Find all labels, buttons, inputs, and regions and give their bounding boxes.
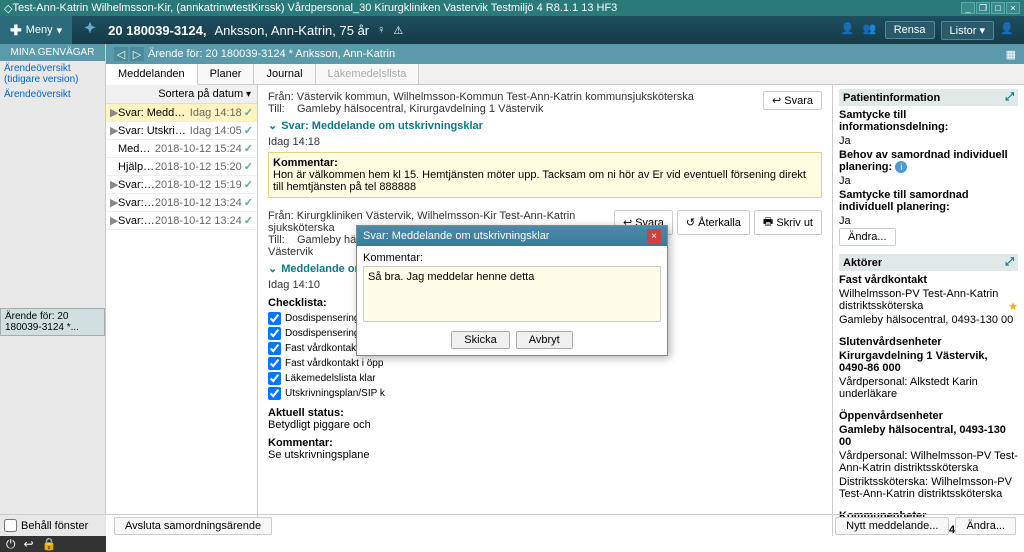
message-item[interactable]: ▶Svar: Inskrivningsmedd...2018-10-12 13:… <box>106 194 257 212</box>
bottom-bar: Behåll fönster Avsluta samordningsärende… <box>0 514 1024 536</box>
patient-name: Anksson, Ann-Katrin, 75 år <box>214 23 369 38</box>
sidebar-link-old[interactable]: Ärendeöversikt (tidigare version) <box>0 61 105 87</box>
andra-bottom-button[interactable]: Ändra... <box>955 517 1016 535</box>
avbryt-button[interactable]: Avbryt <box>516 331 573 349</box>
skicka-button[interactable]: Skicka <box>451 331 509 349</box>
restore-button[interactable]: ❐ <box>976 2 990 14</box>
content-title: Ärende för: 20 180039-3124 * Anksson, An… <box>148 48 395 60</box>
chevron-down-icon[interactable]: ⌄ <box>268 262 277 275</box>
lock-icon[interactable]: 🔒 <box>42 537 57 551</box>
tab-meddelanden[interactable]: Meddelanden <box>106 64 198 85</box>
skrivut-button[interactable]: 🖶 Skriv ut <box>754 210 822 235</box>
checklist-item: Läkemedelslista klar <box>268 371 822 386</box>
rensa-button[interactable]: Rensa <box>885 21 935 39</box>
diamond-icon: ◇ <box>4 2 12 15</box>
chevron-down-icon: ▾ <box>57 24 63 37</box>
top-toolbar: ✚ Meny ▾ 20 180039-3124, Anksson, Ann-Ka… <box>0 16 1024 44</box>
message-item[interactable]: ▶Svar: Status2018-10-12 15:19✓ <box>106 176 257 194</box>
female-icon: ♀ <box>377 24 385 36</box>
profile-icon[interactable]: 👤 <box>1000 22 1016 38</box>
sidebar: MINA GENVÄGAR Ärendeöversikt (tidigare v… <box>0 44 106 536</box>
checklist-item: Fast vårdkontakt i öpp <box>268 356 822 371</box>
tab-planer[interactable]: Planer <box>198 64 255 84</box>
window-title: Test-Ann-Katrin Wilhelmsson-Kir, (annkat… <box>12 2 961 14</box>
expand-icon[interactable]: ⤢ <box>1005 256 1014 269</box>
plus-icon: ✚ <box>10 22 22 39</box>
sort-dropdown[interactable]: Sortera på datum ▾ <box>106 85 257 104</box>
comment-textarea[interactable] <box>363 266 661 322</box>
sidebar-header: MINA GENVÄGAR <box>0 44 105 61</box>
nav-fwd-button[interactable]: ▷ <box>130 47 144 61</box>
maximize-button[interactable]: □ <box>991 2 1005 14</box>
modal-title: Svar: Meddelande om utskrivningsklar <box>363 230 549 242</box>
nav-back-button[interactable]: ◁ <box>114 47 128 61</box>
warning-icon: ⚠ <box>393 24 403 37</box>
power-icon[interactable]: ⏻ <box>6 537 16 552</box>
logout-icon[interactable]: ↩ <box>24 537 34 551</box>
listor-button[interactable]: Listor ▾ <box>941 21 994 40</box>
tabs: Meddelanden Planer Journal Läkemedelslis… <box>106 64 1024 85</box>
window-titlebar: ◇ Test-Ann-Katrin Wilhelmsson-Kir, (annk… <box>0 0 1024 16</box>
andra-button[interactable]: Ändra... <box>839 228 896 246</box>
minimize-button[interactable]: _ <box>961 2 975 14</box>
expand-icon[interactable]: ⤢ <box>1005 91 1014 104</box>
aterkalla-button[interactable]: ↺ Återkalla <box>677 210 750 235</box>
grid-icon[interactable]: ▦ <box>1006 48 1016 61</box>
modal-close-button[interactable]: × <box>647 229 661 243</box>
user-icon[interactable]: 👤 <box>841 22 857 38</box>
tab-lakemedel: Läkemedelslista <box>316 64 420 84</box>
message-list: Sortera på datum ▾ ▶Svar: Meddelande om … <box>106 85 258 536</box>
checklist-item: Utskrivningsplan/SIP k <box>268 386 822 401</box>
app-logo-icon <box>80 20 100 40</box>
patient-info: 20 180039-3124, Anksson, Ann-Katrin, 75 … <box>108 23 841 38</box>
users-icon[interactable]: 👥 <box>863 22 879 38</box>
message-item[interactable]: Meddelande om ny ber...2018-10-12 15:24✓ <box>106 140 257 158</box>
sidebar-link-overview[interactable]: Ärendeöversikt <box>0 87 105 102</box>
sidebar-active-tab[interactable]: Ärende för: 20 180039-3124 *... <box>0 308 105 336</box>
content-header: ◁ ▷ Ärende för: 20 180039-3124 * Anksson… <box>106 44 1024 64</box>
reply-modal: Svar: Meddelande om utskrivningsklar × K… <box>356 225 668 356</box>
close-button[interactable]: × <box>1006 2 1020 14</box>
menu-button[interactable]: ✚ Meny ▾ <box>0 16 72 44</box>
message-item[interactable]: ▶Svar: Kallelse till samor...2018-10-12 … <box>106 212 257 230</box>
star-icon: ★ <box>1008 300 1018 313</box>
message-item[interactable]: ▶Svar: UtskrivningsplaneringIdag 14:05✓ <box>106 122 257 140</box>
patient-id: 20 180039-3124, <box>108 23 206 38</box>
avsluta-button[interactable]: Avsluta samordningsärende <box>114 517 272 535</box>
svara-button[interactable]: ↩ Svara <box>763 91 822 110</box>
chevron-down-icon[interactable]: ⌄ <box>268 119 277 132</box>
message-item[interactable]: ▶Svar: Meddelande om utskrivn...Idag 14:… <box>106 104 257 122</box>
tab-journal[interactable]: Journal <box>254 64 315 84</box>
right-panel: Patientinformation⤢ Samtycke till inform… <box>832 85 1024 536</box>
message-item[interactable]: Hjälpmedel2018-10-12 15:20✓ <box>106 158 257 176</box>
nytt-meddelande-button[interactable]: Nytt meddelande... <box>835 517 949 535</box>
info-icon[interactable]: i <box>895 161 907 173</box>
status-bar: ⏻ ↩ 🔒 <box>0 536 106 552</box>
behall-checkbox[interactable] <box>4 519 17 532</box>
